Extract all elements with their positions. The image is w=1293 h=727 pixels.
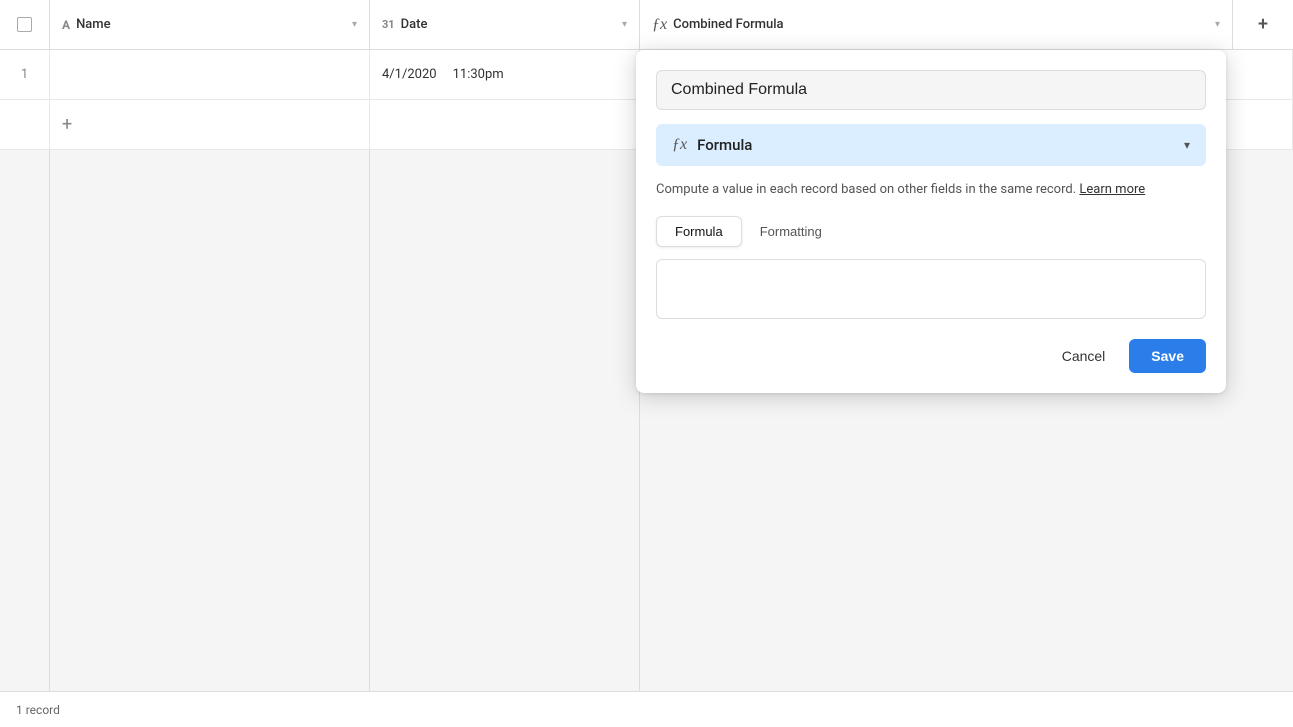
popup-actions: Cancel Save bbox=[656, 339, 1206, 373]
type-fx-icon: ƒx bbox=[672, 136, 687, 154]
select-all-checkbox[interactable] bbox=[0, 0, 50, 49]
empty-col-2 bbox=[50, 150, 370, 691]
empty-col-3 bbox=[370, 150, 640, 691]
learn-more-link[interactable]: Learn more bbox=[1079, 182, 1145, 197]
status-bar: 1 record bbox=[0, 691, 1293, 727]
checkbox-icon bbox=[17, 17, 32, 32]
cancel-button[interactable]: Cancel bbox=[1048, 340, 1120, 372]
row-1-checkbox[interactable]: 1 bbox=[0, 50, 50, 99]
date-column-header[interactable]: 31 Date ▾ bbox=[370, 0, 640, 49]
add-row-checkbox-cell bbox=[0, 100, 50, 149]
save-button[interactable]: Save bbox=[1129, 339, 1206, 373]
row-1-name[interactable] bbox=[50, 50, 370, 99]
formula-col-chevron: ▾ bbox=[1215, 19, 1220, 30]
row-1-number: 1 bbox=[21, 67, 28, 82]
row-1-time-value: 11:30pm bbox=[453, 67, 504, 82]
formula-col-label: Combined Formula bbox=[673, 17, 783, 32]
row-1-date[interactable]: 4/1/2020 11:30pm bbox=[370, 50, 640, 99]
table-header: A Name ▾ 31 Date ▾ ƒx Combined Formula ▾… bbox=[0, 0, 1293, 50]
add-row-button[interactable]: + bbox=[50, 100, 370, 149]
popup-tabs: Formula Formatting bbox=[656, 216, 1206, 247]
type-label: Formula bbox=[697, 136, 752, 154]
row-1-date-value: 4/1/2020 bbox=[382, 67, 437, 82]
field-type-selector[interactable]: ƒx Formula ▾ bbox=[656, 124, 1206, 166]
field-name-input[interactable] bbox=[656, 70, 1206, 110]
name-col-chevron: ▾ bbox=[352, 19, 357, 30]
type-selector-left: ƒx Formula bbox=[672, 136, 752, 154]
date-col-chevron: ▾ bbox=[622, 19, 627, 30]
formula-input[interactable] bbox=[656, 259, 1206, 319]
name-column-header[interactable]: A Name ▾ bbox=[50, 0, 370, 49]
tab-formatting[interactable]: Formatting bbox=[742, 216, 840, 247]
record-count: 1 record bbox=[16, 703, 60, 717]
name-col-label: Name bbox=[76, 17, 111, 32]
date-col-icon: 31 bbox=[382, 18, 395, 31]
tab-formula[interactable]: Formula bbox=[656, 216, 742, 247]
date-col-label: Date bbox=[401, 17, 428, 32]
field-type-description: Compute a value in each record based on … bbox=[656, 180, 1206, 200]
formula-column-header[interactable]: ƒx Combined Formula ▾ bbox=[640, 0, 1233, 49]
field-editor-popup: ƒx Formula ▾ Compute a value in each rec… bbox=[636, 50, 1226, 393]
type-selector-chevron: ▾ bbox=[1184, 138, 1190, 152]
empty-col-1 bbox=[0, 150, 50, 691]
name-col-icon: A bbox=[62, 18, 70, 32]
fx-col-icon: ƒx bbox=[652, 16, 667, 34]
add-column-button[interactable]: + bbox=[1233, 0, 1293, 49]
